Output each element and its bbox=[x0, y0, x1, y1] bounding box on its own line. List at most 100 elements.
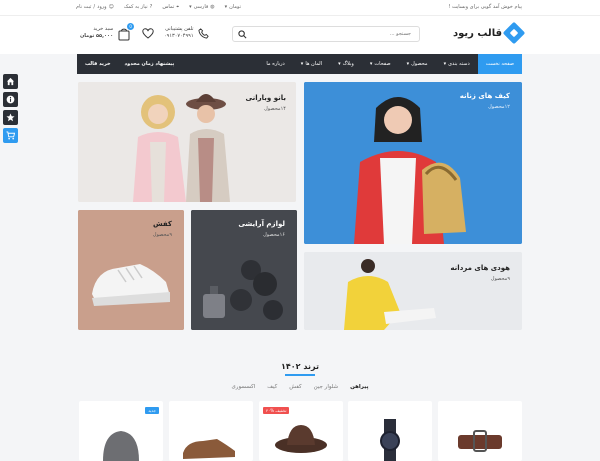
banner-count: ۹محصول bbox=[152, 232, 172, 238]
welcome-message: پیام خوش آمد گویی برای وبسایت ! bbox=[448, 4, 522, 10]
banner-women-coats[interactable]: بانو وبارانی ۱۴محصول bbox=[78, 82, 296, 202]
banner-title: کفش bbox=[152, 220, 172, 228]
banner-title: بانو وبارانی bbox=[245, 94, 286, 102]
top-links: تومان ▾ ◍ فارسی ▾ ⌖ تماس ? نیاز به کمک ☺… bbox=[76, 4, 241, 10]
mini-cart[interactable]: 0 سبد خرید ۵۵,۰۰۰ تومان bbox=[80, 23, 135, 41]
banner-title: کیف های زنانه bbox=[459, 92, 510, 100]
nav-item-product[interactable]: محصول ▾ bbox=[399, 54, 436, 74]
product-card[interactable]: جدید bbox=[79, 401, 163, 461]
location-pin-icon: ⌖ bbox=[176, 4, 180, 10]
chevron-down-icon: ▾ bbox=[189, 4, 192, 10]
tab-jeans[interactable]: شلوار جین bbox=[314, 384, 338, 390]
nav-extra-links: پیشنهاد زمان محدود خرید قالب bbox=[85, 54, 174, 74]
nav-label: المان ها bbox=[305, 61, 323, 67]
globe-icon: ◍ bbox=[210, 4, 215, 10]
nav-item-pages[interactable]: صفحات ▾ bbox=[362, 54, 399, 74]
belt-image bbox=[458, 430, 502, 452]
perfume-image bbox=[191, 210, 297, 330]
search-box bbox=[232, 26, 420, 42]
banner-shoes[interactable]: کفش ۹محصول bbox=[78, 210, 184, 330]
chevron-down-icon: ▾ bbox=[443, 61, 447, 67]
banner-men-hoodies[interactable]: هودی های مردانه ۹محصول bbox=[304, 252, 522, 330]
discount-badge: ۴۰% تخفیف bbox=[263, 407, 290, 414]
nav-item-about[interactable]: درباره ما bbox=[258, 54, 292, 74]
contact-label: تماس bbox=[162, 4, 175, 10]
nav-label: دسته بندی bbox=[448, 61, 470, 67]
product-card[interactable] bbox=[438, 401, 522, 461]
shoe-image bbox=[183, 439, 235, 459]
nav-label: صفحه نخست bbox=[485, 61, 514, 67]
chevron-down-icon: ▾ bbox=[406, 61, 410, 67]
tab-shirts[interactable]: پیراهن bbox=[350, 384, 368, 390]
nav-item-categories[interactable]: دسته بندی ▾ bbox=[436, 54, 478, 74]
support-phone: ۰۹۱۳۰۷۰۴۹۹۱ bbox=[164, 33, 194, 39]
tab-shoes[interactable]: کفش bbox=[289, 384, 301, 390]
banner-count: ۱۴محصول bbox=[264, 106, 286, 112]
info-button[interactable] bbox=[3, 92, 18, 107]
banner-count: ۱۲محصول bbox=[488, 104, 510, 110]
star-icon bbox=[6, 113, 15, 122]
language-label: فارسی bbox=[193, 4, 209, 10]
banner-cosmetics[interactable]: لوازم آرایشی ۱۶محصول bbox=[191, 210, 297, 330]
floating-toolbar bbox=[3, 74, 18, 143]
nav-item-blog[interactable]: وبلاگ ▾ bbox=[330, 54, 362, 74]
help-label: نیاز به کمک bbox=[123, 4, 148, 10]
home-icon bbox=[6, 77, 15, 86]
logo-mark-icon bbox=[502, 21, 526, 45]
product-card[interactable] bbox=[348, 401, 432, 461]
user-icon: ☺ bbox=[108, 4, 114, 10]
banner-count: ۱۶محصول bbox=[263, 232, 285, 238]
currency-select[interactable]: تومان ▾ bbox=[225, 4, 241, 10]
support-info: تلفن پشتیبانی ۰۹۱۳۰۷۰۴۹۹۱ bbox=[164, 26, 209, 40]
info-icon bbox=[6, 95, 15, 104]
cart-button[interactable] bbox=[3, 128, 18, 143]
help-link[interactable]: ? نیاز به کمک bbox=[124, 4, 153, 10]
search-input[interactable] bbox=[253, 29, 413, 39]
main-navbar: صفحه نخست دسته بندی ▾ محصول ▾ صفحات ▾ وبلاگ… bbox=[77, 54, 522, 74]
logo-text: قالب ریود bbox=[452, 27, 502, 39]
banner-women-bags[interactable]: کیف های زنانه ۱۲محصول bbox=[304, 82, 522, 244]
nav-item-home[interactable]: صفحه نخست bbox=[477, 54, 522, 74]
cart-label: سبد خرید bbox=[93, 26, 114, 32]
section-title: ترند ۱۴۰۲ bbox=[281, 362, 319, 371]
home-button[interactable] bbox=[3, 74, 18, 89]
separator: / bbox=[93, 4, 96, 10]
search-icon[interactable] bbox=[238, 30, 247, 39]
banner-title: لوازم آرایشی bbox=[238, 220, 285, 228]
chevron-down-icon: ▾ bbox=[224, 4, 228, 10]
chevron-down-icon: ▾ bbox=[338, 61, 341, 67]
watch-image bbox=[380, 419, 400, 461]
favorites-button[interactable] bbox=[3, 110, 18, 125]
sneaker-image bbox=[78, 210, 184, 330]
contact-link[interactable]: ⌖ تماس bbox=[162, 4, 179, 10]
register-link[interactable]: ثبت نام bbox=[76, 4, 91, 10]
nav-item-elements[interactable]: المان ها ▾ bbox=[293, 54, 330, 74]
product-card[interactable]: ۴۰% تخفیف bbox=[259, 401, 343, 461]
banner-title: هودی های مردانه bbox=[450, 264, 510, 272]
chevron-down-icon: ▾ bbox=[369, 61, 373, 67]
limited-offer-link[interactable]: پیشنهاد زمان محدود bbox=[125, 61, 175, 67]
product-card[interactable] bbox=[169, 401, 253, 461]
tab-accessories[interactable]: اکسسوری bbox=[232, 384, 256, 390]
nav-label: درباره ما bbox=[266, 61, 285, 67]
cart-count-badge: 0 bbox=[127, 23, 135, 30]
language-select[interactable]: ◍ فارسی ▾ bbox=[189, 4, 215, 10]
login-link[interactable]: ورود bbox=[97, 4, 106, 10]
buy-theme-link[interactable]: خرید قالب bbox=[85, 61, 111, 67]
phone-icon bbox=[197, 27, 209, 39]
trend-tabs: پیراهن شلوار جین کفش کیف اکسسوری bbox=[0, 384, 600, 390]
help-icon: ? bbox=[149, 4, 153, 10]
cart-icon-wrap: 0 bbox=[117, 23, 135, 41]
nav-label: وبلاگ bbox=[342, 61, 354, 67]
support-label: تلفن پشتیبانی bbox=[165, 26, 194, 32]
tab-bags[interactable]: کیف bbox=[267, 384, 277, 390]
cart-icon bbox=[6, 131, 15, 140]
account-links: ☺ ورود / ثبت نام bbox=[76, 4, 114, 10]
new-badge: جدید bbox=[145, 407, 159, 414]
site-logo[interactable]: قالب ریود bbox=[452, 21, 526, 45]
nav-label: محصول bbox=[411, 61, 428, 67]
cart-total: ۵۵,۰۰۰ تومان bbox=[80, 33, 114, 39]
heart-icon[interactable] bbox=[142, 28, 154, 39]
currency-label: تومان bbox=[229, 4, 242, 10]
title-underline bbox=[285, 374, 315, 376]
